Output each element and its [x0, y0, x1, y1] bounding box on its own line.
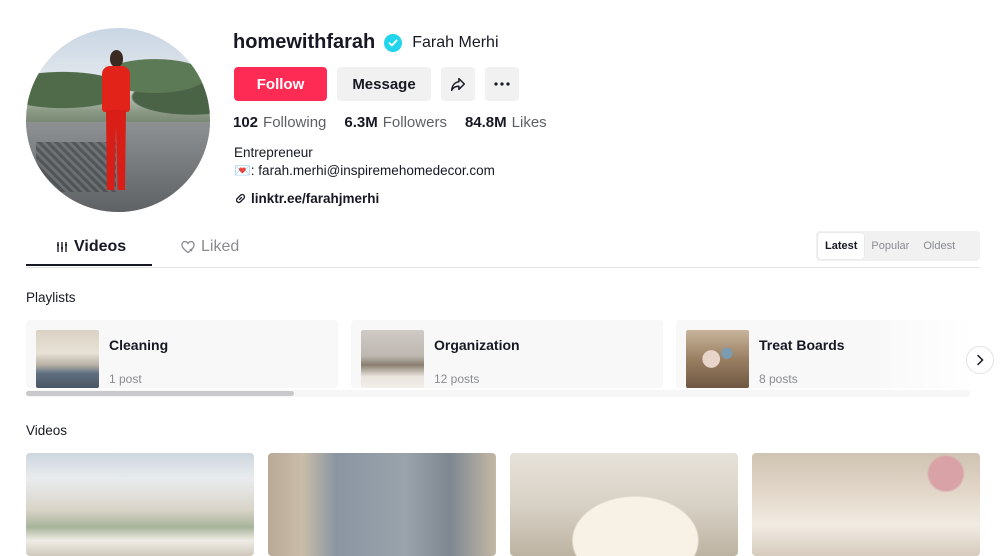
videos-grid-icon [57, 242, 67, 252]
sort-oldest[interactable]: Oldest [916, 233, 962, 259]
nickname: Farah Merhi [412, 33, 499, 51]
more-button[interactable] [485, 67, 519, 101]
stat-following[interactable]: 102 Following [233, 114, 326, 131]
stat-followers[interactable]: 6.3M Followers [344, 114, 447, 131]
videos-heading: Videos [26, 423, 68, 438]
stat-likes: 84.8M Likes [464, 114, 547, 131]
profile-stats: 102 Following 6.3M Followers 84.8M Likes [233, 114, 547, 131]
verified-badge-icon [384, 33, 403, 52]
playlist-thumbnail [36, 330, 99, 388]
videos-grid [26, 453, 980, 556]
playlist-thumbnail [686, 330, 749, 388]
video-thumbnail[interactable] [752, 453, 980, 556]
link-icon [236, 194, 245, 203]
sort-selector: Latest Popular Oldest [816, 231, 980, 261]
profile-link-text: linktr.ee/farahjmerhi [251, 191, 380, 206]
message-button[interactable]: Message [337, 67, 431, 101]
chevron-right-icon [977, 354, 984, 366]
playlists-row: Cleaning 1 post Organization 12 posts Tr… [26, 320, 970, 388]
playlist-title: Treat Boards [759, 337, 845, 353]
playlist-title: Organization [434, 337, 520, 353]
avatar-person [100, 50, 132, 200]
share-icon [450, 77, 466, 92]
playlist-count: 12 posts [434, 372, 480, 386]
playlist-count: 8 posts [759, 372, 798, 386]
video-thumbnail[interactable] [268, 453, 496, 556]
playlists-fade [870, 320, 970, 388]
bio-line: 💌: farah.merhi@inspiremehomedecor.com [234, 163, 495, 178]
profile-actions: Follow Message [234, 67, 519, 101]
sort-latest[interactable]: Latest [818, 233, 865, 259]
playlist-count: 1 post [109, 372, 142, 386]
avatar[interactable] [26, 28, 210, 212]
video-thumbnail[interactable] [26, 453, 254, 556]
more-icon [494, 82, 510, 86]
active-tab-indicator [26, 264, 152, 266]
bio-line: Entrepreneur [234, 145, 313, 160]
bio: Entrepreneur 💌: farah.merhi@inspiremehom… [234, 144, 495, 180]
playlist-title: Cleaning [109, 337, 169, 353]
video-thumbnail[interactable] [510, 453, 738, 556]
username: homewithfarah [233, 31, 376, 53]
tab-videos[interactable]: Videos [56, 238, 126, 256]
profile-name-row: homewithfarah Farah Merhi [233, 31, 499, 54]
profile-link[interactable]: linktr.ee/farahjmerhi [234, 191, 379, 206]
playlist-card[interactable]: Organization 12 posts [351, 320, 663, 388]
playlist-thumbnail [361, 330, 424, 388]
follow-button[interactable]: Follow [234, 67, 327, 101]
share-button[interactable] [441, 67, 475, 101]
tab-liked[interactable]: Liked [181, 238, 239, 256]
sort-popular[interactable]: Popular [864, 233, 916, 259]
playlists-next-button[interactable] [966, 346, 994, 374]
playlists-scrollbar-thumb[interactable] [26, 391, 294, 396]
liked-heart-icon [181, 240, 195, 253]
playlist-card[interactable]: Cleaning 1 post [26, 320, 338, 388]
playlists-heading: Playlists [26, 290, 76, 305]
